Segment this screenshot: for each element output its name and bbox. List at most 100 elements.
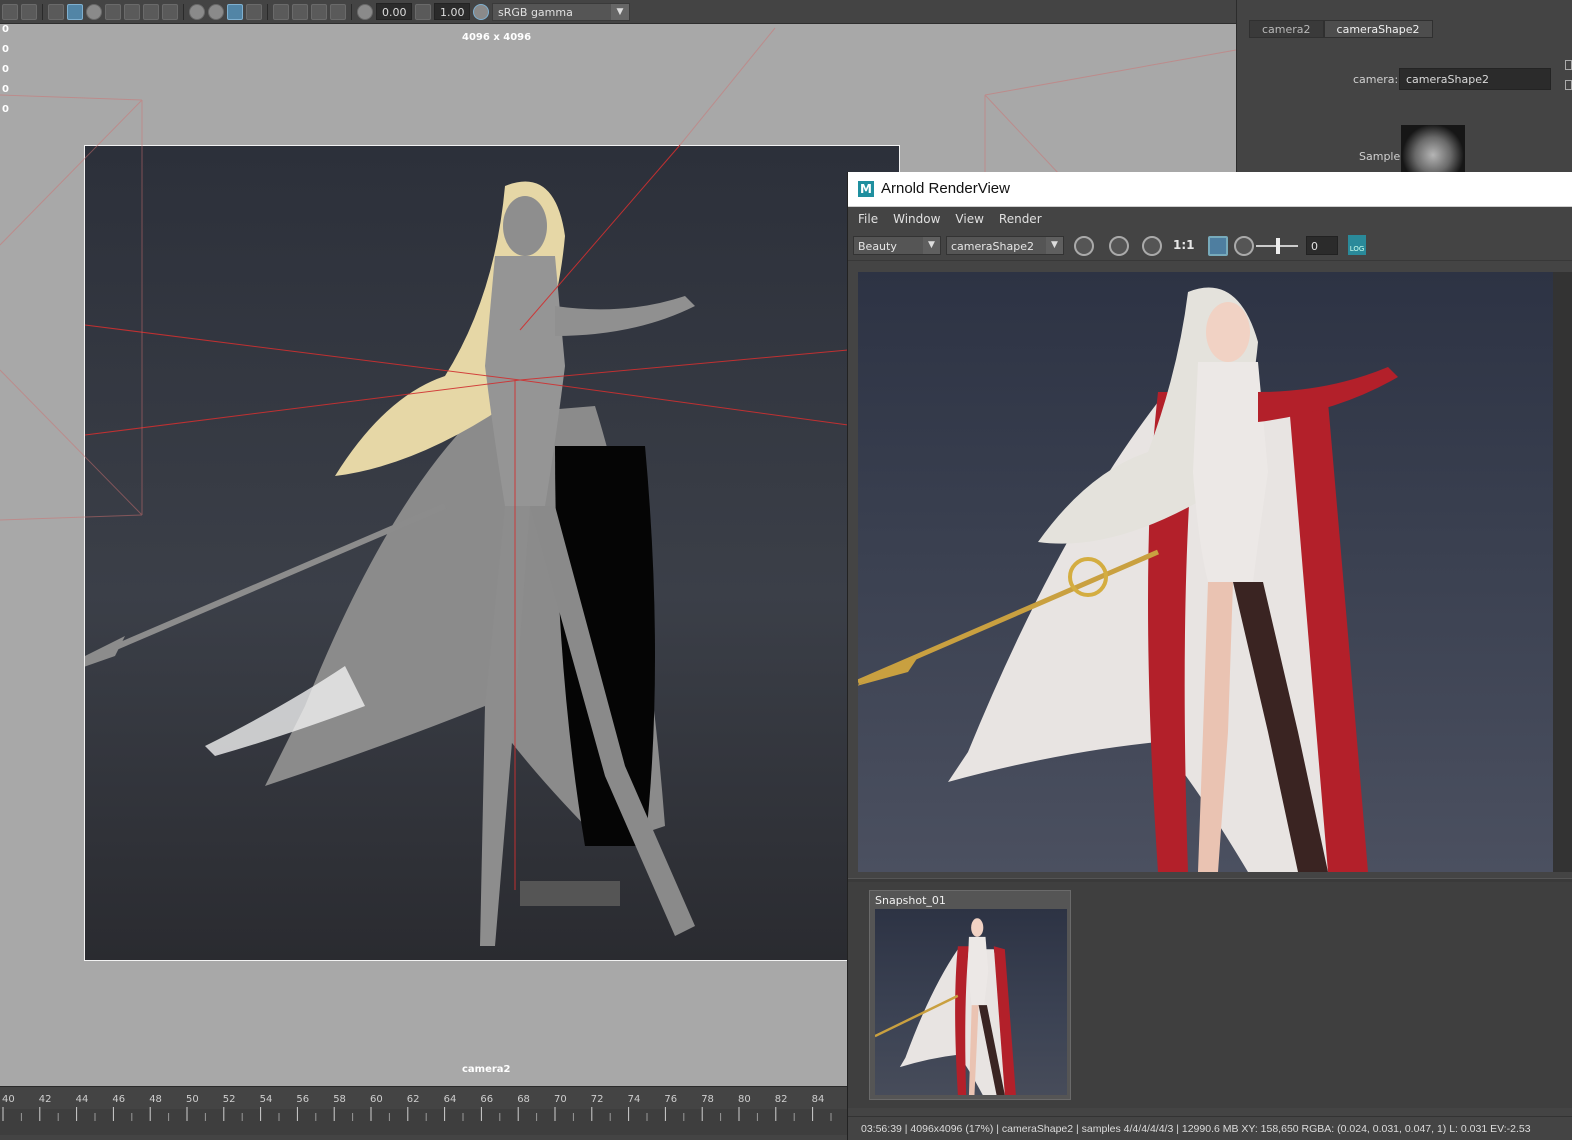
maya-logo-icon: M <box>858 181 874 197</box>
attribute-editor-tabs: camera2 cameraShape2 <box>1249 20 1433 38</box>
time-tick-label: 64 <box>444 1094 457 1105</box>
chevron-down-icon: ▼ <box>1046 237 1063 254</box>
camera-field-label: camera: <box>1353 73 1399 86</box>
exposure-field[interactable]: 0.00 <box>376 3 412 20</box>
view-transform-dropdown[interactable]: sRGB gamma ▼ <box>492 2 630 21</box>
depth-of-field-icon[interactable] <box>246 3 262 20</box>
window-title: Arnold RenderView <box>881 180 1010 197</box>
focus-icon[interactable] <box>1565 80 1572 90</box>
ambient-occlusion-icon[interactable] <box>189 3 205 20</box>
frustum-line <box>984 94 1061 176</box>
wireframe-icon[interactable] <box>48 3 64 20</box>
tab-camera2[interactable]: camera2 <box>1249 20 1324 38</box>
exposure-icon[interactable] <box>357 3 373 20</box>
shadows-icon[interactable] <box>162 3 178 20</box>
textured-icon[interactable] <box>105 3 121 20</box>
camera-value: cameraShape2 <box>951 240 1034 253</box>
time-tick-label: 46 <box>112 1094 125 1105</box>
frustum-line <box>0 94 143 101</box>
exposure-field[interactable]: 0 <box>1306 236 1338 255</box>
time-tick-label: 78 <box>701 1094 714 1105</box>
sample-label: Sample <box>1359 150 1401 163</box>
head-shape <box>1206 302 1250 362</box>
camera-field[interactable]: cameraShape2 <box>1399 68 1551 90</box>
resolution-gate-label: 4096 x 4096 <box>462 32 532 43</box>
exposure-icon[interactable] <box>1234 236 1254 256</box>
axis-label: 0 <box>2 24 9 35</box>
menu-file[interactable]: File <box>858 212 878 226</box>
frustum-line <box>984 49 1236 96</box>
sample-swatch[interactable] <box>1401 125 1465 175</box>
snapshot-item[interactable]: Snapshot_01 <box>869 890 1071 1100</box>
color-management-icon[interactable] <box>473 3 489 20</box>
time-slider-ruler: 40 42 44 46 48 50 52 54 56 58 60 62 64 66 68 70 72 74 76 78… <box>0 1094 848 1135</box>
viewport-toolbar: 0.00 1.00 sRGB gamma ▼ <box>0 0 1236 24</box>
toolbar-separator <box>351 3 352 20</box>
render-side-panel <box>1553 272 1572 872</box>
time-slider[interactable]: 40 42 44 46 48 50 52 54 56 58 60 62 64 66 68 70 72 74 76 78… <box>0 1086 848 1140</box>
xray-icon[interactable] <box>292 3 308 20</box>
tab-camerashape2[interactable]: cameraShape2 <box>1323 20 1433 38</box>
menu-view[interactable]: View <box>955 212 983 226</box>
log-icon[interactable]: LOG <box>1348 235 1366 255</box>
time-tick-label: 80 <box>738 1094 751 1105</box>
time-tick-label: 60 <box>370 1094 383 1105</box>
time-tick-label: 66 <box>480 1094 493 1105</box>
time-slider-track[interactable] <box>0 1109 848 1135</box>
color-correct-icon[interactable] <box>1142 236 1162 256</box>
axis-label: 0 <box>2 84 9 95</box>
time-tick-label: 76 <box>664 1094 677 1105</box>
toolbar-separator <box>183 3 184 20</box>
exposure-slider-handle[interactable] <box>1276 238 1280 254</box>
render-refresh-icon[interactable] <box>1074 236 1094 256</box>
isolate-select-icon[interactable] <box>273 3 289 20</box>
spear-tip <box>85 636 125 667</box>
time-tick-label: 62 <box>407 1094 420 1105</box>
axis-label: 0 <box>2 44 9 55</box>
clay-render-figure <box>85 181 695 946</box>
gamma-field[interactable]: 1.00 <box>434 3 470 20</box>
left-axis-labels: 0 0 0 0 0 <box>2 24 14 124</box>
wireframe-on-shaded-icon[interactable] <box>86 3 102 20</box>
axis-label: 0 <box>2 104 9 115</box>
rendered-character-figure <box>858 287 1398 872</box>
zoom-ratio-button[interactable]: 1:1 <box>1173 238 1195 252</box>
head-shape <box>503 196 547 256</box>
head-shape <box>971 918 984 937</box>
menu-render[interactable]: Render <box>999 212 1042 226</box>
select-icon[interactable] <box>1565 60 1572 70</box>
time-tick-label: 84 <box>812 1094 825 1105</box>
smooth-shade-icon[interactable] <box>67 3 83 20</box>
toolbar-separator <box>42 3 43 20</box>
camera-dropdown[interactable]: cameraShape2 ▼ <box>946 236 1064 255</box>
time-tick-label: 56 <box>296 1094 309 1105</box>
time-tick-label: 52 <box>223 1094 236 1105</box>
checker-icon[interactable] <box>124 3 140 20</box>
arnold-renderview-window: M Arnold RenderView File Window View Ren… <box>847 172 1572 1140</box>
time-tick-label: 44 <box>76 1094 89 1105</box>
menu-window[interactable]: Window <box>893 212 940 226</box>
camera-attributes-icon[interactable] <box>2 3 18 20</box>
xray-joints-icon[interactable] <box>311 3 327 20</box>
time-tick-label: 50 <box>186 1094 199 1105</box>
anti-aliasing-icon[interactable] <box>227 3 243 20</box>
renderview-titlebar[interactable]: M Arnold RenderView <box>848 172 1572 207</box>
text-icon[interactable] <box>21 3 37 20</box>
aov-dropdown[interactable]: Beauty ▼ <box>853 236 941 255</box>
gamma-icon[interactable] <box>415 3 431 20</box>
snapshot-figure <box>875 918 1016 1095</box>
rgb-channel-icon[interactable] <box>1109 236 1129 256</box>
motion-blur-icon[interactable] <box>208 3 224 20</box>
view-transform-value: sRGB gamma <box>498 5 573 19</box>
crop-region-icon[interactable] <box>1208 236 1228 256</box>
snapshot-thumbnail <box>875 909 1067 1095</box>
xray-components-icon[interactable] <box>330 3 346 20</box>
chevron-down-icon: ▼ <box>611 3 629 20</box>
chevron-down-icon: ▼ <box>923 237 940 254</box>
lights-icon[interactable] <box>143 3 159 20</box>
renderview-toolbar: Beauty ▼ cameraShape2 ▼ 1:1 0 LOG <box>848 231 1572 261</box>
snapshot-label: Snapshot_01 <box>875 894 946 907</box>
time-tick-label: 54 <box>260 1094 273 1105</box>
render-image[interactable] <box>858 272 1553 872</box>
axis-label: 0 <box>2 64 9 75</box>
